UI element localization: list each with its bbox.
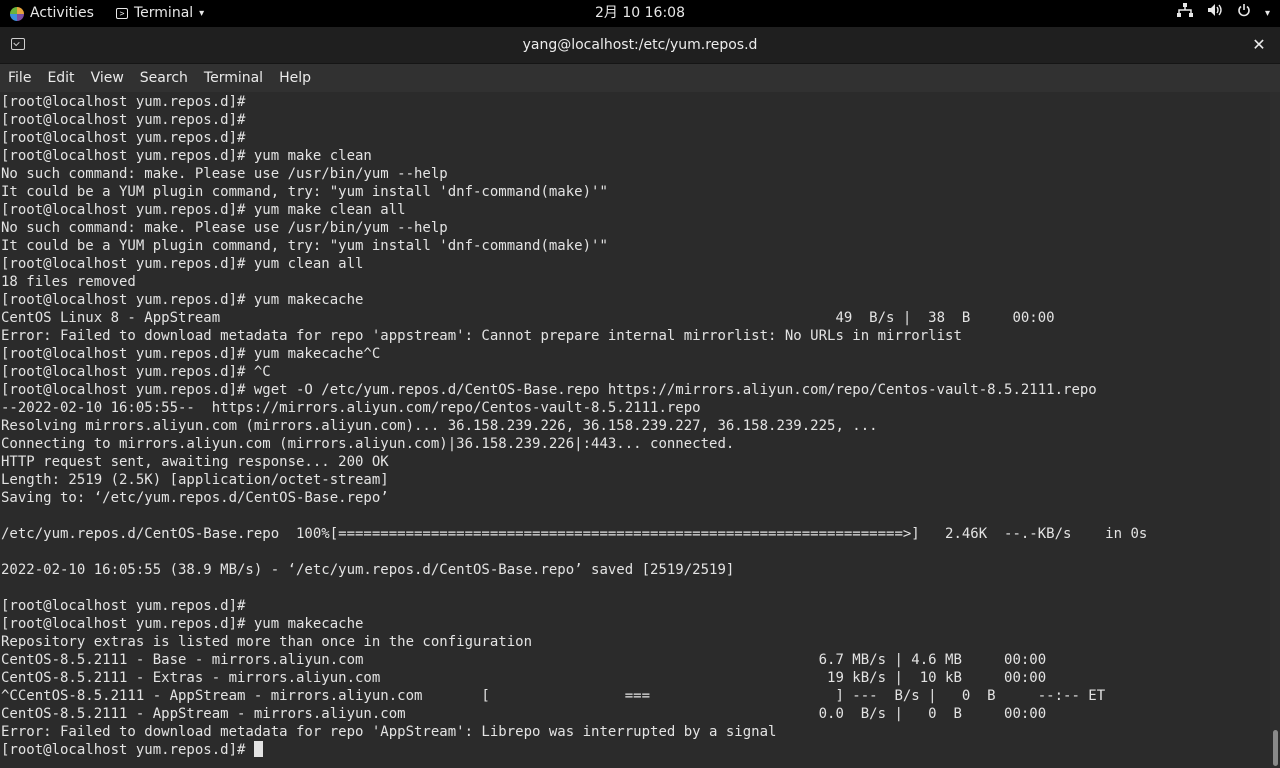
close-button[interactable]: ✕ xyxy=(1248,34,1270,56)
terminal-line: HTTP request sent, awaiting response... … xyxy=(1,454,389,470)
terminal-line: ^CCentOS-8.5.2111 - AppStream - mirrors.… xyxy=(1,688,1106,704)
terminal-line: CentOS-8.5.2111 - AppStream - mirrors.al… xyxy=(1,706,1047,722)
top-bar: Activities > Terminal ▾ 2月 10 16:08 ▾ xyxy=(0,0,1280,27)
terminal-line: [root@localhost yum.repos.d]# xyxy=(1,94,246,110)
terminal-line: No such command: make. Please use /usr/b… xyxy=(1,166,448,182)
clock[interactable]: 2月 10 16:08 xyxy=(0,0,1280,27)
terminal-line: [root@localhost yum.repos.d]# ^C xyxy=(1,364,271,380)
text-cursor xyxy=(253,741,263,757)
terminal-line: Repository extras is listed more than on… xyxy=(1,634,533,650)
terminal-line: Length: 2519 (2.5K) [application/octet-s… xyxy=(1,472,389,488)
terminal-prompt-line[interactable]: [root@localhost yum.repos.d]# xyxy=(1,741,1147,759)
terminal-line: [root@localhost yum.repos.d]# xyxy=(1,130,246,146)
scrollbar[interactable] xyxy=(1272,92,1278,768)
menu-search[interactable]: Search xyxy=(132,64,196,92)
terminal-line: Connecting to mirrors.aliyun.com (mirror… xyxy=(1,436,735,452)
terminal-line: 2022-02-10 16:05:55 (38.9 MB/s) - ‘/etc/… xyxy=(1,562,735,578)
terminal-line: [root@localhost yum.repos.d]# yum make c… xyxy=(1,202,406,218)
window-title: yang@localhost:/etc/yum.repos.d xyxy=(522,37,758,53)
menu-bar: File Edit View Search Terminal Help xyxy=(0,64,1280,92)
menu-edit[interactable]: Edit xyxy=(39,64,82,92)
chevron-down-icon[interactable]: ▾ xyxy=(1265,0,1270,27)
terminal-line: CentOS-8.5.2111 - Base - mirrors.aliyun.… xyxy=(1,652,1047,668)
terminal-line: [root@localhost yum.repos.d]# yum clean … xyxy=(1,256,364,272)
terminal-line: It could be a YUM plugin command, try: "… xyxy=(1,238,608,254)
menu-view[interactable]: View xyxy=(83,64,132,92)
scrollbar-thumb[interactable] xyxy=(1273,730,1278,766)
terminal-line: [root@localhost yum.repos.d]# yum makeca… xyxy=(1,346,381,362)
menu-file[interactable]: File xyxy=(0,64,39,92)
terminal-line: CentOS Linux 8 - AppStream 49 B/s | 38 B… xyxy=(1,310,1055,326)
terminal-line: Resolving mirrors.aliyun.com (mirrors.al… xyxy=(1,418,878,434)
terminal-line: /etc/yum.repos.d/CentOS-Base.repo 100%[=… xyxy=(1,526,1148,542)
terminal-line: [root@localhost yum.repos.d]# wget -O /e… xyxy=(1,382,1097,398)
terminal-lines: [root@localhost yum.repos.d]# [root@local… xyxy=(1,93,1147,759)
system-tray[interactable]: ▾ xyxy=(1176,0,1270,27)
terminal-line: [root@localhost yum.repos.d]# xyxy=(1,112,246,128)
terminal-line: --2022-02-10 16:05:55-- https://mirrors.… xyxy=(1,400,701,416)
menu-help[interactable]: Help xyxy=(271,64,319,92)
terminal-line: No such command: make. Please use /usr/b… xyxy=(1,220,448,236)
terminal-line: [root@localhost yum.repos.d]# yum makeca… xyxy=(1,292,364,308)
terminal-line: Saving to: ‘/etc/yum.repos.d/CentOS-Base… xyxy=(1,490,389,506)
terminal-line: CentOS-8.5.2111 - Extras - mirrors.aliyu… xyxy=(1,670,1047,686)
window-title-bar[interactable]: yang@localhost:/etc/yum.repos.d ✕ xyxy=(0,27,1280,64)
close-icon: ✕ xyxy=(1252,35,1266,54)
terminal-line: It could be a YUM plugin command, try: "… xyxy=(1,184,608,200)
terminal-line: Error: Failed to download metadata for r… xyxy=(1,328,962,344)
volume-icon[interactable] xyxy=(1207,0,1223,27)
terminal-line: Error: Failed to download metadata for r… xyxy=(1,724,777,740)
terminal-prompt: [root@localhost yum.repos.d]# xyxy=(1,742,254,758)
network-icon[interactable] xyxy=(1176,0,1193,27)
terminal-line: [root@localhost yum.repos.d]# yum make c… xyxy=(1,148,372,164)
terminal-output[interactable]: [root@localhost yum.repos.d]# [root@local… xyxy=(0,92,1270,768)
menu-terminal[interactable]: Terminal xyxy=(196,64,271,92)
power-icon[interactable] xyxy=(1237,0,1251,27)
terminal-line: [root@localhost yum.repos.d]# xyxy=(1,598,246,614)
terminal-line: 18 files removed xyxy=(1,274,136,290)
terminal-line: [root@localhost yum.repos.d]# yum makeca… xyxy=(1,616,364,632)
